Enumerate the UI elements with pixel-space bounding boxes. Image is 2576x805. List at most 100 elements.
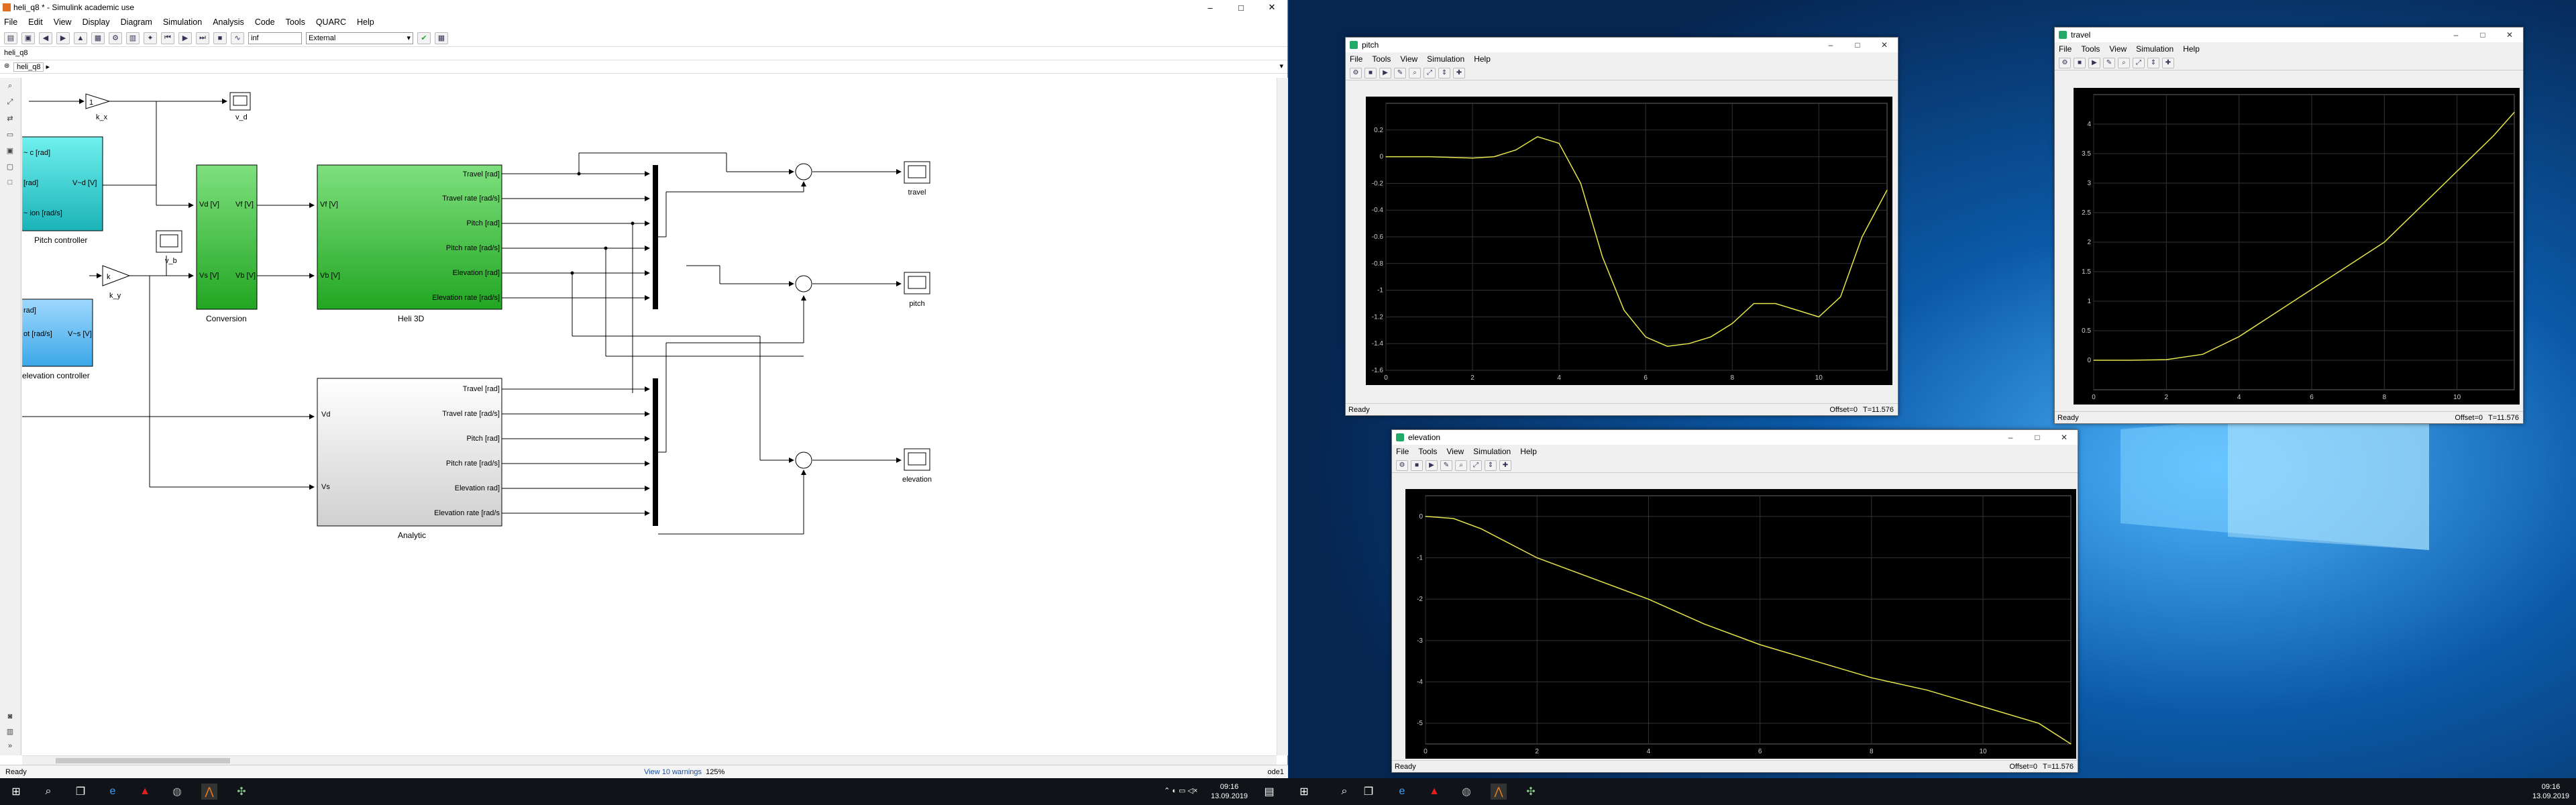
- notifications-icon[interactable]: ▤: [1261, 784, 1277, 800]
- run-icon[interactable]: ▶: [178, 32, 192, 44]
- matlab-icon[interactable]: ⋀: [201, 784, 217, 800]
- menu-simulation[interactable]: Simulation: [1473, 447, 1511, 456]
- menu-analysis[interactable]: Analysis: [213, 17, 244, 27]
- acrobat-icon[interactable]: ▲: [1426, 784, 1442, 800]
- close-button[interactable]: ✕: [2051, 430, 2078, 445]
- pitch-controller-block[interactable]: ~ c [rad] [rad] V~d [V] ~ ion [rad/s] Pi…: [22, 136, 103, 245]
- up-icon[interactable]: ▲: [74, 32, 87, 44]
- stop-icon[interactable]: ■: [1364, 67, 1377, 78]
- hide-browser-icon[interactable]: ⊛: [4, 62, 9, 70]
- stop-time-input[interactable]: inf: [248, 32, 302, 44]
- property-icon[interactable]: ▥: [3, 727, 17, 739]
- check-icon[interactable]: ✔: [417, 32, 431, 44]
- scope-block-travel[interactable]: travel: [904, 161, 930, 197]
- zoom-in-icon[interactable]: ⌕: [1409, 67, 1421, 78]
- settings-gear-icon[interactable]: ⚙: [1350, 67, 1362, 78]
- menu-quarc[interactable]: QUARC: [316, 17, 346, 27]
- menu-file[interactable]: File: [2059, 44, 2072, 54]
- menu-help[interactable]: Help: [357, 17, 374, 27]
- menu-view[interactable]: View: [54, 17, 72, 27]
- area-icon[interactable]: ▢: [3, 162, 17, 174]
- mux-block-analytic[interactable]: [653, 378, 658, 526]
- menu-tools[interactable]: Tools: [2081, 44, 2100, 54]
- edge-icon[interactable]: e: [105, 784, 121, 800]
- library-icon[interactable]: ▦: [91, 32, 105, 44]
- breadcrumb-root[interactable]: heli_q8: [4, 49, 28, 57]
- annotation-icon[interactable]: ▭: [3, 130, 17, 142]
- image-icon[interactable]: ▣: [3, 146, 17, 158]
- highlight-icon[interactable]: ✎: [2103, 57, 2115, 68]
- highlight-icon[interactable]: ✎: [1440, 460, 1452, 471]
- maximize-button[interactable]: □: [2469, 28, 2496, 42]
- model-config-icon[interactable]: ▥: [126, 32, 140, 44]
- clock-right[interactable]: 09:16 13.09.2019: [2532, 782, 2569, 801]
- search-icon[interactable]: ⌕: [1336, 784, 1352, 800]
- settings-gear-icon[interactable]: ⚙: [2059, 57, 2071, 68]
- sum-block-elevation[interactable]: [795, 451, 812, 469]
- close-button[interactable]: ✕: [1256, 0, 1287, 15]
- cursor-icon[interactable]: ✚: [1453, 67, 1465, 78]
- menu-view[interactable]: View: [1446, 447, 1464, 456]
- scope-block-pitch[interactable]: pitch: [904, 272, 930, 308]
- arrow-icon[interactable]: ⇄: [3, 114, 17, 126]
- tray-icons[interactable]: ⌃ ◐ ▭ ◁×: [1164, 786, 1197, 796]
- simulink-taskbar-icon[interactable]: ✣: [1523, 784, 1539, 800]
- maximize-button[interactable]: □: [2024, 430, 2051, 445]
- analytic-block[interactable]: Vd Vs Travel [rad] Travel rate [rad/s] P…: [317, 378, 502, 540]
- maximize-button[interactable]: □: [1844, 38, 1871, 52]
- conversion-block[interactable]: Vd [V] Vs [V] Vf [V] Vb [V] Conversion: [196, 164, 258, 323]
- scope-block-vb[interactable]: v_b: [156, 230, 182, 265]
- scope-block-elevation[interactable]: elevation: [902, 448, 932, 484]
- breadcrumb-model[interactable]: heli_q8: [13, 62, 44, 72]
- zoom-icon[interactable]: ⌕: [3, 82, 17, 94]
- travel-plot-area[interactable]: 0 2 4 6 8 10 4 3.5 3 2.5 2 1.5 1 0.5 0: [2074, 88, 2520, 405]
- menu-file[interactable]: File: [4, 17, 17, 27]
- vertical-scrollbar[interactable]: [1277, 78, 1288, 755]
- breadcrumb-dropdown-icon[interactable]: ▾: [1279, 62, 1283, 70]
- stop-icon[interactable]: ■: [1411, 460, 1423, 471]
- menu-edit[interactable]: Edit: [28, 17, 43, 27]
- menu-help[interactable]: Help: [1474, 54, 1491, 64]
- task-view-icon[interactable]: ❐: [72, 784, 89, 800]
- zoom-in-icon[interactable]: ⌕: [2118, 57, 2130, 68]
- model-canvas[interactable]: 1 k_x v_d ~ c [rad] [rad] V~d [V] ~ ion …: [22, 78, 1277, 755]
- scope-block-vd[interactable]: v_d: [229, 92, 251, 121]
- menu-file[interactable]: File: [1350, 54, 1362, 64]
- maximize-button[interactable]: □: [1226, 0, 1256, 15]
- scroll-thumb[interactable]: [56, 758, 230, 763]
- menu-simulation[interactable]: Simulation: [163, 17, 202, 27]
- grid-icon[interactable]: ▦: [435, 32, 448, 44]
- menu-code[interactable]: Code: [255, 17, 275, 27]
- windows-start-icon[interactable]: ⊞: [1296, 784, 1312, 800]
- app-icon-1[interactable]: ◍: [1458, 784, 1474, 800]
- menu-diagram[interactable]: Diagram: [121, 17, 152, 27]
- box-icon[interactable]: □: [3, 178, 17, 191]
- menu-simulation[interactable]: Simulation: [1427, 54, 1464, 64]
- zoom-in-icon[interactable]: ⌕: [1455, 460, 1467, 471]
- expand-icon[interactable]: »: [3, 742, 17, 754]
- heli-3d-block[interactable]: Vf [V] Vb [V] Travel [rad] Travel rate […: [317, 164, 502, 323]
- menu-tools[interactable]: Tools: [286, 17, 305, 27]
- menu-help[interactable]: Help: [1520, 447, 1537, 456]
- acrobat-icon[interactable]: ▲: [137, 784, 153, 800]
- cursor-icon[interactable]: ✚: [2162, 57, 2174, 68]
- menu-view[interactable]: View: [1400, 54, 1417, 64]
- build-icon[interactable]: ✦: [144, 32, 157, 44]
- warnings-link[interactable]: View 10 warnings 125%: [644, 768, 724, 776]
- minimize-button[interactable]: –: [1997, 430, 2024, 445]
- simulink-taskbar-icon[interactable]: ✣: [233, 784, 250, 800]
- gain-block-ky[interactable]: k k_y: [102, 265, 131, 300]
- simulation-mode-select[interactable]: External ▾: [306, 32, 413, 44]
- minimize-button[interactable]: –: [1195, 0, 1226, 15]
- menu-simulation[interactable]: Simulation: [2136, 44, 2174, 54]
- step-icon[interactable]: ▶: [2088, 57, 2100, 68]
- settings-gear-icon[interactable]: ⚙: [109, 32, 122, 44]
- back-icon[interactable]: ◀: [39, 32, 52, 44]
- stop-icon[interactable]: ■: [2074, 57, 2086, 68]
- menu-display[interactable]: Display: [83, 17, 110, 27]
- matlab-icon[interactable]: ⋀: [1491, 784, 1507, 800]
- step-icon[interactable]: ▶: [1379, 67, 1391, 78]
- app-icon-1[interactable]: ◍: [169, 784, 185, 800]
- task-view-icon[interactable]: ❐: [1360, 784, 1377, 800]
- minimize-button[interactable]: –: [2443, 28, 2469, 42]
